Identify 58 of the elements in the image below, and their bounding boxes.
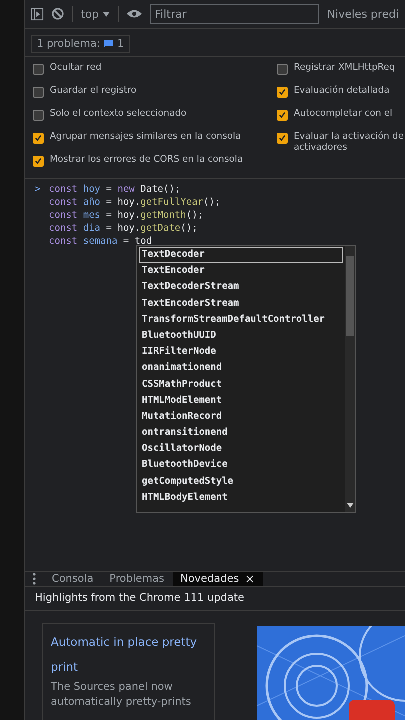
code-line: const semana = tod	[49, 236, 152, 247]
feature-link[interactable]: Automatic in place pretty print	[51, 630, 206, 680]
checkbox[interactable]	[277, 87, 288, 98]
checkbox[interactable]	[33, 156, 44, 167]
suggestion-item[interactable]: MutationRecord	[139, 408, 343, 426]
code-line: const dia = hoy.getDate();	[49, 223, 198, 234]
suggestion-item[interactable]: HTMLModElement	[139, 392, 343, 409]
setting-label: Mostrar los errores de CORS en la consola	[50, 154, 244, 165]
eye-icon[interactable]	[127, 9, 142, 19]
suggestion-item[interactable]: OscillatorNode	[139, 441, 343, 458]
suggestion-item[interactable]: HTMLBodyElement	[139, 490, 343, 506]
drawer-tab[interactable]: Novedades ×	[172, 572, 264, 586]
levels-dropdown[interactable]: Niveles predi	[327, 8, 399, 20]
setting-label: Evaluación detallada	[294, 85, 390, 96]
setting-label: Evaluar la activación de activadores	[294, 131, 405, 153]
prompt-icon: >	[35, 184, 43, 195]
checkbox[interactable]	[33, 133, 44, 144]
caret-icon	[103, 12, 110, 16]
issues-button[interactable]: 1 problema: 1	[31, 35, 130, 53]
filter-field[interactable]: Filtrar	[150, 4, 320, 24]
setting-label: Registrar XMLHttpReq	[294, 62, 396, 73]
suggestion-item[interactable]: onanimationend	[139, 360, 343, 376]
close-icon[interactable]: ×	[245, 572, 256, 586]
checkbox[interactable]	[33, 64, 44, 75]
sidebar-toggle-icon[interactable]	[31, 8, 44, 20]
checkbox[interactable]	[33, 87, 44, 98]
checkbox[interactable]	[277, 133, 288, 144]
scroll-down-icon[interactable]	[346, 503, 354, 508]
suggestion-item[interactable]: TextEncoderStream	[139, 296, 343, 312]
suggestion-item[interactable]: CSSMathProduct	[139, 376, 343, 393]
drawer-tab[interactable]: Consola	[44, 572, 102, 586]
suggestion-item[interactable]: IIRFilterNode	[139, 344, 343, 360]
context-dropdown[interactable]: top	[81, 8, 110, 20]
scrollbar-thumb[interactable]	[346, 256, 354, 336]
suggestion-item[interactable]: BluetoothDevice	[139, 457, 343, 474]
setting-label: Guardar el registro	[50, 85, 137, 96]
checkbox[interactable]	[277, 64, 288, 75]
clear-icon[interactable]	[52, 8, 64, 20]
checkbox[interactable]	[33, 110, 44, 121]
setting-label: Solo el contexto seleccionado	[50, 108, 187, 119]
suggestion-item[interactable]: BluetoothUUID	[139, 328, 343, 344]
suggestion-item[interactable]: getComputedStyle	[139, 474, 343, 490]
code-line: const mes = hoy.getMonth();	[49, 210, 204, 221]
suggestion-item[interactable]: TextEncoder	[139, 263, 343, 280]
setting-label: Agrupar mensajes similares en la consola	[50, 131, 242, 142]
suggestion-item[interactable]: TransformStreamDefaultController	[139, 312, 343, 328]
setting-label: Autocompletar con el	[294, 108, 393, 119]
suggestion-item[interactable]: TextDecoderStream	[139, 279, 343, 296]
panel-heading: Highlights from the Chrome 111 update	[25, 587, 405, 611]
checkbox[interactable]	[277, 110, 288, 121]
code-line: const año = hoy.getFullYear();	[49, 197, 221, 208]
setting-label: Ocultar red	[50, 62, 102, 73]
suggestion-item[interactable]: ontransitionend	[139, 425, 343, 442]
drawer-tab[interactable]: Problemas	[102, 572, 173, 586]
code-line: const hoy = new Date();	[49, 184, 181, 195]
suggestion-item[interactable]: TextDecoder	[139, 247, 343, 264]
message-icon	[104, 40, 114, 48]
feature-description: The Sources panel now automatically pretty-prints	[51, 680, 192, 710]
